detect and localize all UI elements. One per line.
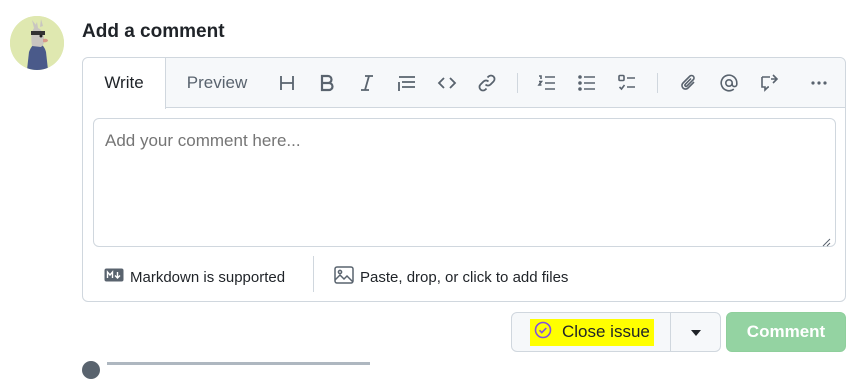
task-list-icon[interactable] <box>615 71 639 95</box>
mention-icon[interactable] <box>717 71 741 95</box>
llama-avatar-icon <box>10 16 64 70</box>
markdown-label: Markdown is supported <box>130 268 286 286</box>
avatar <box>10 16 64 70</box>
tab-write[interactable]: Write <box>83 58 166 109</box>
markdown-hint[interactable]: Markdown is supported <box>104 265 285 289</box>
triangle-down-icon <box>691 323 701 341</box>
close-issue-button[interactable]: Close issue <box>512 313 670 351</box>
comment-editor: Write Preview Add your comment here... M… <box>82 57 846 302</box>
comment-textarea[interactable] <box>93 118 836 247</box>
issue-closed-icon <box>534 321 552 344</box>
code-icon[interactable] <box>435 71 459 95</box>
resize-handle-icon[interactable] <box>821 234 831 247</box>
toolbar-divider <box>657 73 658 93</box>
close-issue-highlight: Close issue <box>530 318 654 346</box>
reference-icon[interactable] <box>757 71 781 95</box>
markdown-icon <box>104 268 124 286</box>
heading-icon[interactable] <box>275 71 299 95</box>
image-icon <box>334 266 354 288</box>
ordered-list-icon[interactable] <box>535 71 559 95</box>
attach-icon[interactable] <box>677 71 701 95</box>
add-files-button[interactable]: Paste, drop, or click to add files <box>334 265 568 289</box>
page-title: Add a comment <box>82 21 225 42</box>
editor-tabbar: Write Preview <box>83 58 845 109</box>
close-options-button[interactable] <box>671 313 721 351</box>
unordered-list-icon[interactable] <box>575 71 599 95</box>
timeline-avatar <box>82 361 100 379</box>
footer-divider <box>313 256 314 292</box>
more-icon[interactable] <box>807 71 831 95</box>
quote-icon[interactable] <box>395 71 419 95</box>
toolbar-divider <box>517 73 518 93</box>
link-icon[interactable] <box>475 71 499 95</box>
add-files-label: Paste, drop, or click to add files <box>360 268 569 286</box>
bold-icon[interactable] <box>315 71 339 95</box>
close-issue-split-button: Close issue <box>511 312 721 352</box>
tab-preview[interactable]: Preview <box>171 58 263 108</box>
comment-button[interactable]: Comment <box>726 312 846 352</box>
close-issue-label: Close issue <box>562 322 650 341</box>
italic-icon[interactable] <box>355 71 379 95</box>
